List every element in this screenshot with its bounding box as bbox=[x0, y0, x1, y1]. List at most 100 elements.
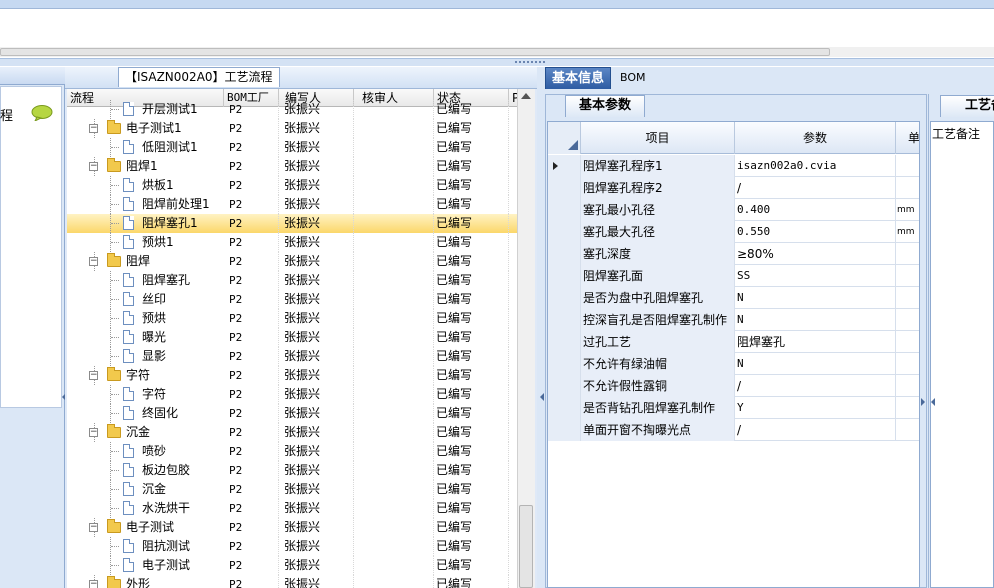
tree-row[interactable]: 预烘 P2 张振兴 已编写 bbox=[67, 309, 517, 328]
row-indicator[interactable] bbox=[548, 221, 581, 243]
tab-bom[interactable]: BOM bbox=[614, 67, 654, 89]
collapse-toggle-icon[interactable]: − bbox=[89, 371, 98, 380]
writer-cell: 张振兴 bbox=[279, 442, 354, 461]
tree-row[interactable]: 曝光 P2 张振兴 已编写 bbox=[67, 328, 517, 347]
col-value[interactable]: 参数 bbox=[735, 122, 896, 154]
row-indicator[interactable] bbox=[548, 309, 581, 331]
select-all-corner[interactable] bbox=[548, 122, 581, 154]
horizontal-scrollbar-thumb[interactable] bbox=[0, 48, 830, 56]
row-indicator[interactable] bbox=[548, 353, 581, 375]
row-indicator[interactable] bbox=[548, 287, 581, 309]
col-unit[interactable]: 单 bbox=[896, 122, 919, 154]
writer-cell: 张振兴 bbox=[279, 138, 354, 157]
param-row[interactable]: 单面开窗不掏曝光点 / bbox=[548, 419, 919, 441]
collapse-toggle-icon[interactable]: − bbox=[89, 162, 98, 171]
tree-row[interactable]: 烘板1 P2 张振兴 已编写 bbox=[67, 176, 517, 195]
param-row[interactable]: 阻焊塞孔程序1 isazn002a0.cvia bbox=[548, 155, 919, 177]
param-value-cell[interactable]: N bbox=[735, 309, 896, 331]
param-row[interactable]: 是否为盘中孔阻焊塞孔 N bbox=[548, 287, 919, 309]
folder-icon bbox=[107, 120, 121, 134]
tree-row[interactable]: − 阻焊 P2 张振兴 已编写 bbox=[67, 252, 517, 271]
tree-row[interactable]: 阻焊塞孔 P2 张振兴 已编写 bbox=[67, 271, 517, 290]
row-indicator[interactable] bbox=[548, 155, 581, 177]
tab-process-remark[interactable]: 工艺备 bbox=[940, 95, 994, 117]
param-value-cell[interactable]: 0.400 bbox=[735, 199, 896, 221]
tree-row[interactable]: 丝印 P2 张振兴 已编写 bbox=[67, 290, 517, 309]
tree-row[interactable]: 预烘1 P2 张振兴 已编写 bbox=[67, 233, 517, 252]
tree-row[interactable]: − 阻焊1 P2 张振兴 已编写 bbox=[67, 157, 517, 176]
splitter-bar[interactable] bbox=[0, 58, 994, 66]
param-row[interactable]: 不允许假性露铜 / bbox=[548, 375, 919, 397]
tab-basic-params[interactable]: 基本参数 bbox=[565, 95, 645, 117]
expand-right-arrow-icon[interactable] bbox=[921, 398, 925, 406]
tree-row[interactable]: − 字符 P2 张振兴 已编写 bbox=[67, 366, 517, 385]
param-row[interactable]: 塞孔深度 ≥80% bbox=[548, 243, 919, 265]
tree-row[interactable]: 终固化 P2 张振兴 已编写 bbox=[67, 404, 517, 423]
param-value-cell[interactable]: 0.550 bbox=[735, 221, 896, 243]
collapse-toggle-icon[interactable]: − bbox=[89, 523, 98, 532]
tree-row[interactable]: 阻焊前处理1 P2 张振兴 已编写 bbox=[67, 195, 517, 214]
param-row[interactable]: 过孔工艺 阻焊塞孔 bbox=[548, 331, 919, 353]
row-indicator[interactable] bbox=[548, 265, 581, 287]
collapse-toggle-icon[interactable]: − bbox=[89, 428, 98, 437]
tree-row[interactable]: 电子测试 P2 张振兴 已编写 bbox=[67, 556, 517, 575]
document-icon bbox=[123, 102, 134, 116]
param-value-cell[interactable]: isazn002a0.cvia bbox=[735, 155, 896, 177]
tree-vertical-scrollbar-thumb[interactable] bbox=[519, 505, 533, 588]
collapse-toggle-icon[interactable]: − bbox=[89, 257, 98, 266]
col-item[interactable]: 项目 bbox=[581, 122, 735, 154]
param-row[interactable]: 控深盲孔是否阻焊塞孔制作 N bbox=[548, 309, 919, 331]
param-value-cell[interactable]: 阻焊塞孔 bbox=[735, 331, 896, 353]
tree-row[interactable]: 阻焊塞孔1 P2 张振兴 已编写 bbox=[67, 214, 517, 233]
row-indicator[interactable] bbox=[548, 177, 581, 199]
tree-row[interactable]: 开层测试1 P2 张振兴 已编写 bbox=[67, 100, 517, 119]
collapse-toggle-icon[interactable]: − bbox=[89, 124, 98, 133]
param-value-cell[interactable]: / bbox=[735, 177, 896, 199]
tree-row[interactable]: − 沉金 P2 张振兴 已编写 bbox=[67, 423, 517, 442]
row-indicator[interactable] bbox=[548, 397, 581, 419]
param-unit-cell bbox=[896, 353, 919, 375]
tree-row[interactable]: − 电子测试1 P2 张振兴 已编写 bbox=[67, 119, 517, 138]
tree-row[interactable]: − 电子测试 P2 张振兴 已编写 bbox=[67, 518, 517, 537]
param-value-cell[interactable]: N bbox=[735, 353, 896, 375]
param-row[interactable]: 是否背钻孔阻焊塞孔制作 Y bbox=[548, 397, 919, 419]
tree-row[interactable]: 沉金 P2 张振兴 已编写 bbox=[67, 480, 517, 499]
param-value-cell[interactable]: / bbox=[735, 419, 896, 441]
collapse-left-arrow-icon[interactable] bbox=[540, 393, 544, 401]
writer-cell: 张振兴 bbox=[279, 157, 354, 176]
param-row[interactable]: 塞孔最小孔径 0.400 mm bbox=[548, 199, 919, 221]
row-indicator[interactable] bbox=[548, 375, 581, 397]
row-indicator[interactable] bbox=[548, 199, 581, 221]
reviewer-cell bbox=[354, 518, 434, 537]
tree-row[interactable]: 显影 P2 张振兴 已编写 bbox=[67, 347, 517, 366]
splitter-grip[interactable] bbox=[515, 61, 545, 65]
process-flow-title: 【ISAZN002A0】工艺流程 bbox=[118, 67, 280, 87]
scroll-up-arrow-icon[interactable] bbox=[521, 93, 531, 99]
tree-row[interactable]: − 外形 P2 张振兴 已编写 bbox=[67, 575, 517, 588]
param-value-cell[interactable]: ≥80% bbox=[735, 243, 896, 265]
reviewer-cell bbox=[354, 271, 434, 290]
row-indicator[interactable] bbox=[548, 243, 581, 265]
tab-basic-info[interactable]: 基本信息 bbox=[545, 67, 611, 89]
chat-bubble-icon[interactable] bbox=[31, 105, 53, 121]
tree-row[interactable]: 低阻测试1 P2 张振兴 已编写 bbox=[67, 138, 517, 157]
tree-row[interactable]: 板边包胶 P2 张振兴 已编写 bbox=[67, 461, 517, 480]
param-row[interactable]: 阻焊塞孔程序2/ bbox=[548, 177, 919, 199]
tree-row[interactable]: 水洗烘干 P2 张振兴 已编写 bbox=[67, 499, 517, 518]
tree-row[interactable]: 字符 P2 张振兴 已编写 bbox=[67, 385, 517, 404]
param-value-cell[interactable]: SS bbox=[735, 265, 896, 287]
row-indicator[interactable] bbox=[548, 331, 581, 353]
collapse-toggle-icon[interactable]: − bbox=[89, 580, 98, 588]
param-value-cell[interactable]: Y bbox=[735, 397, 896, 419]
param-row[interactable]: 塞孔最大孔径 0.550 mm bbox=[548, 221, 919, 243]
param-value-cell[interactable]: / bbox=[735, 375, 896, 397]
folder-icon bbox=[107, 253, 121, 267]
collapse-left-arrow-icon[interactable] bbox=[931, 398, 935, 406]
tree-row[interactable]: 喷砂 P2 张振兴 已编写 bbox=[67, 442, 517, 461]
param-row[interactable]: 阻焊塞孔面 SS bbox=[548, 265, 919, 287]
row-indicator[interactable] bbox=[548, 419, 581, 441]
param-row[interactable]: 不允许有绿油帽 N bbox=[548, 353, 919, 375]
tree-row[interactable]: 阻抗测试 P2 张振兴 已编写 bbox=[67, 537, 517, 556]
param-value-cell[interactable]: N bbox=[735, 287, 896, 309]
bom-cell: P2 bbox=[224, 442, 279, 461]
